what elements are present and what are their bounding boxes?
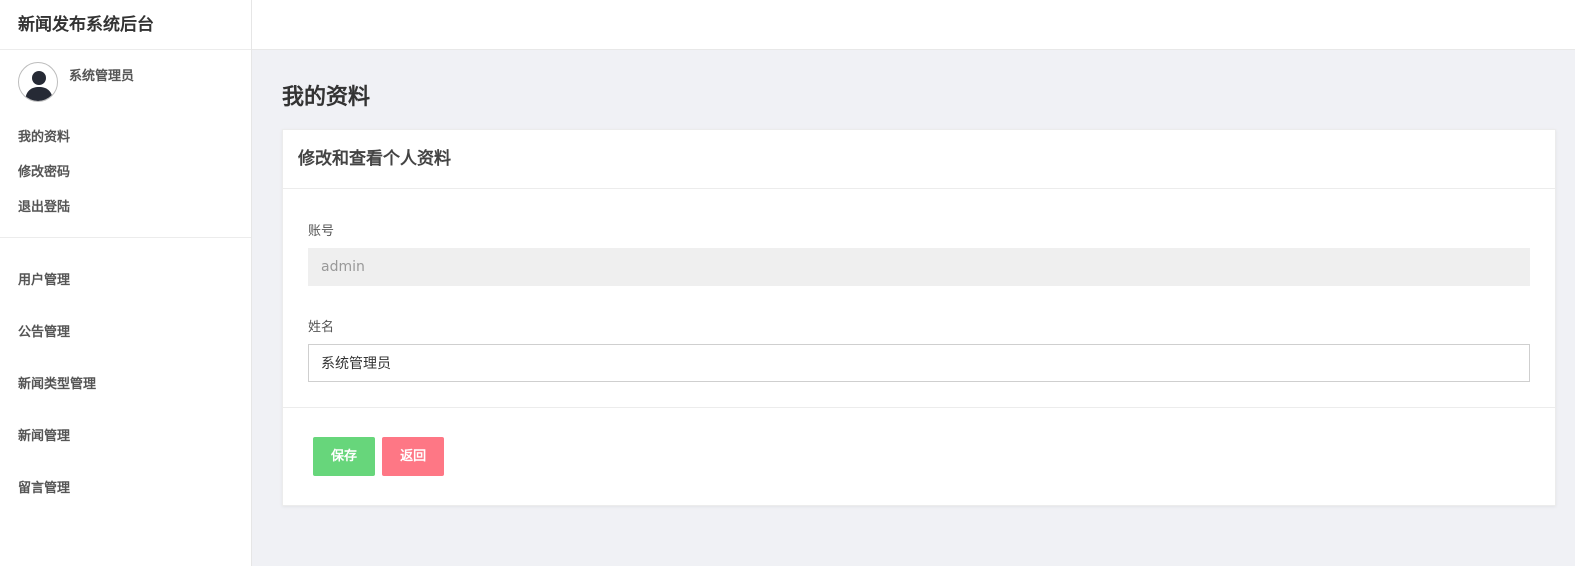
- change-password-link[interactable]: 修改密码: [0, 155, 251, 190]
- profile-links: 我的资料 修改密码 退出登陆: [0, 110, 251, 238]
- account-input[interactable]: [308, 248, 1530, 286]
- my-profile-link[interactable]: 我的资料: [0, 120, 251, 155]
- main-nav: 用户管理 公告管理 新闻类型管理 新闻管理 留言管理: [0, 238, 251, 520]
- app-title: 新闻发布系统后台: [0, 0, 251, 50]
- sidebar: 新闻发布系统后台 系统管理员 我的资料 修改密码 退出登陆 用户管理 公告管理 …: [0, 0, 252, 566]
- nav-item-messages[interactable]: 留言管理: [0, 468, 251, 520]
- name-input[interactable]: [308, 344, 1530, 382]
- user-panel: 系统管理员: [0, 50, 251, 110]
- nav-item-news-types[interactable]: 新闻类型管理: [0, 364, 251, 416]
- avatar-icon: [18, 62, 58, 102]
- top-bar: [252, 0, 1575, 50]
- user-name: 系统管理员: [69, 69, 135, 84]
- card-title: 修改和查看个人资料: [283, 130, 1555, 189]
- nav-item-announcements[interactable]: 公告管理: [0, 312, 251, 364]
- page-title: 我的资料: [282, 85, 371, 110]
- save-button[interactable]: 保存: [313, 437, 375, 476]
- profile-form: 账号 姓名: [283, 189, 1555, 408]
- profile-card: 修改和查看个人资料 账号 姓名 保存 返回: [282, 129, 1556, 506]
- name-label: 姓名: [308, 320, 335, 335]
- form-actions: 保存 返回: [283, 408, 1555, 505]
- back-button[interactable]: 返回: [382, 437, 445, 476]
- nav-item-news[interactable]: 新闻管理: [0, 416, 251, 468]
- account-label: 账号: [308, 224, 335, 239]
- logout-link[interactable]: 退出登陆: [0, 190, 251, 225]
- main-content: 我的资料 修改和查看个人资料 账号 姓名 保存 返回: [282, 50, 1556, 506]
- nav-item-users[interactable]: 用户管理: [0, 260, 251, 312]
